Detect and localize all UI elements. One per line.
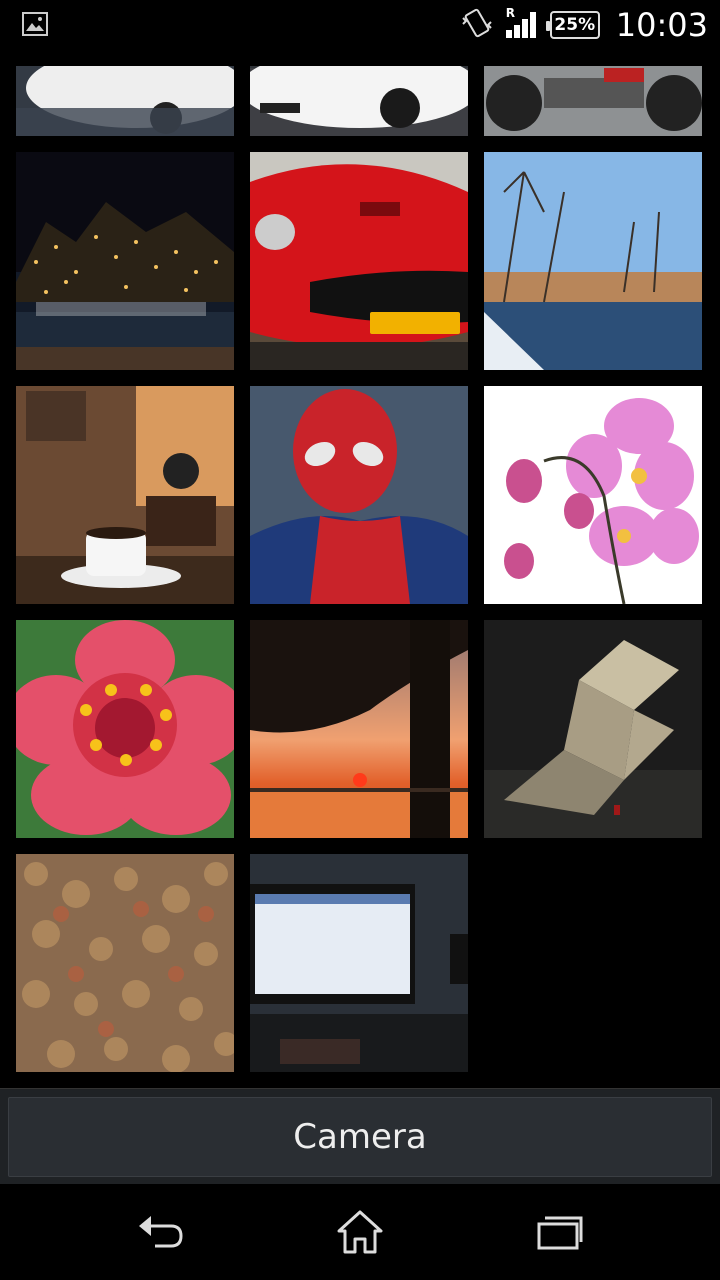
battery-indicator: 25% bbox=[545, 11, 600, 39]
gallery-thumbnail-sunset-tree[interactable] bbox=[250, 620, 468, 838]
camera-button-label: Camera bbox=[293, 1117, 427, 1157]
camera-button[interactable]: Camera bbox=[8, 1097, 712, 1177]
home-button[interactable] bbox=[330, 1204, 390, 1260]
gallery-thumbnail-coffee-cup[interactable] bbox=[16, 386, 234, 604]
navigation-bar bbox=[0, 1184, 720, 1280]
gallery-thumbnail-motorcycle[interactable] bbox=[484, 66, 702, 136]
gallery-thumbnail-white-car[interactable] bbox=[16, 66, 234, 136]
gallery-thumbnail-white-mercedes[interactable] bbox=[250, 66, 468, 136]
gallery-thumbnail-origami-bird[interactable] bbox=[484, 620, 702, 838]
roaming-indicator: R bbox=[504, 6, 540, 40]
gallery-thumbnail-pink-orchids[interactable] bbox=[484, 386, 702, 604]
signal-icon bbox=[505, 12, 536, 38]
status-bar: R 25% 10:03 bbox=[0, 0, 720, 50]
status-time: 10:03 bbox=[615, 6, 708, 44]
gallery-thumbnail-leaf-carpet[interactable] bbox=[16, 854, 234, 1072]
gallery-thumbnail-winter-river[interactable] bbox=[484, 152, 702, 370]
recents-icon bbox=[537, 1216, 583, 1250]
gallery-thumbnail-computer-desk[interactable] bbox=[250, 854, 468, 1072]
gallery-thumbnail-red-ferrari[interactable] bbox=[250, 152, 468, 370]
back-icon bbox=[139, 1216, 183, 1248]
gallery-thumbnail-spiderman[interactable] bbox=[250, 386, 468, 604]
gallery-grid bbox=[0, 66, 720, 1086]
vibrate-icon bbox=[460, 8, 494, 42]
image-notification-icon bbox=[22, 12, 48, 36]
camera-bar: Camera bbox=[0, 1088, 720, 1185]
back-button[interactable] bbox=[130, 1204, 190, 1260]
recents-button[interactable] bbox=[530, 1204, 590, 1260]
gallery-thumbnail-red-zinnia[interactable] bbox=[16, 620, 234, 838]
home-icon bbox=[337, 1210, 383, 1254]
gallery-thumbnail-night-harbor[interactable] bbox=[16, 152, 234, 370]
